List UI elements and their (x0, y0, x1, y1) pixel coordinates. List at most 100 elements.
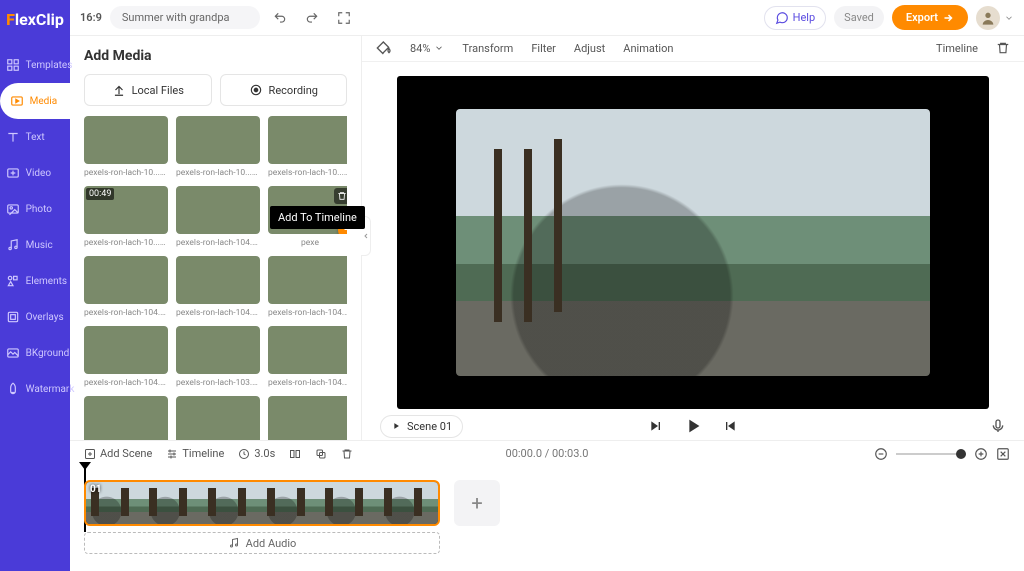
add-scene-label: Add Scene (100, 447, 152, 460)
zoom-slider-thumb[interactable] (956, 449, 966, 459)
chat-icon (775, 11, 789, 25)
sidebar-item-video[interactable]: Video (0, 155, 74, 191)
project-title-input[interactable] (110, 6, 260, 29)
sidebar-item-text[interactable]: Text (0, 119, 74, 155)
media-panel: Add Media Local Files Recording pexels-r… (70, 36, 362, 440)
sidebar-item-media[interactable]: Media (0, 83, 74, 119)
add-audio-label: Add Audio (246, 537, 297, 550)
media-thumb[interactable]: pexels-ron-lach-104...4.jpg (268, 326, 347, 388)
sidebar-item-label: Templates (26, 60, 73, 71)
delete-clip-button[interactable] (996, 41, 1010, 55)
media-thumb[interactable]: pexels-ron-lach-104...2.jpg (176, 186, 260, 248)
timeline-tool[interactable]: Timeline (936, 42, 978, 55)
media-thumb-label: pexels-ron-lach-104...0.jpg (84, 308, 168, 318)
account-menu[interactable] (976, 6, 1014, 30)
voiceover-button[interactable] (990, 418, 1006, 434)
sidebar-item-templates[interactable]: Templates (0, 47, 74, 83)
photo-icon (6, 202, 20, 216)
sidebar-item-watermark[interactable]: Watermark (0, 371, 74, 407)
clip-strip[interactable]: 01 (84, 480, 440, 526)
chevron-down-icon (434, 43, 444, 53)
export-button[interactable]: Export (892, 5, 968, 30)
fullscreen-icon[interactable] (332, 6, 356, 30)
sliders-icon (166, 448, 178, 460)
zoom-in-button[interactable] (974, 447, 988, 461)
media-thumb-image (268, 256, 347, 304)
media-thumb[interactable]: pexels-ron-lach-104...5.jpg (268, 256, 347, 318)
play-button[interactable] (682, 415, 704, 437)
sidebar-item-bkground[interactable]: BKground (0, 335, 74, 371)
clip-frame-image (145, 482, 204, 524)
sidebar-item-label: Media (30, 96, 58, 107)
media-thumb[interactable]: pexels-ron-lach-10...3.mov (84, 116, 168, 178)
aspect-ratio[interactable]: 16:9 (80, 11, 102, 24)
media-thumb-label: pexels-ron-lach-10...8.mov (176, 168, 260, 178)
media-thumb[interactable]: pexels-ron-lach-104...7.jpg (84, 326, 168, 388)
help-button[interactable]: Help (764, 6, 827, 30)
next-scene-button[interactable] (722, 418, 738, 434)
filter-tool[interactable]: Filter (531, 42, 556, 55)
transform-tool[interactable]: Transform (462, 42, 513, 55)
redo-icon[interactable] (300, 6, 324, 30)
recording-label: Recording (269, 84, 318, 97)
bkground-icon (6, 346, 20, 360)
clip-frame (321, 482, 380, 524)
save-status: Saved (834, 6, 884, 29)
media-thumb-label: pexels-ron-lach-104...4.jpg (268, 378, 347, 388)
clip-frame-image (262, 482, 321, 524)
copy-button[interactable] (315, 448, 327, 460)
plus-circle-icon (974, 447, 988, 461)
media-thumb[interactable]: pexels-ron-lach-104...9.jpg (176, 256, 260, 318)
media-thumb[interactable]: 00:49pexels-ron-lach-10...7.mov (84, 186, 168, 248)
add-scene-tile[interactable]: + (454, 480, 500, 526)
media-thumb-image (84, 116, 168, 164)
sidebar-item-label: Music (26, 240, 53, 251)
brand-letter-right: Clip (36, 10, 64, 29)
local-files-button[interactable]: Local Files (84, 74, 212, 106)
media-thumb-image (84, 396, 168, 440)
delete-media-button[interactable] (334, 188, 347, 204)
delete-scene-button[interactable] (341, 448, 353, 460)
media-thumb[interactable]: pexels-ron-lach-10...8.mov (176, 116, 260, 178)
media-thumb[interactable] (268, 396, 347, 440)
paint-bucket-icon[interactable] (376, 40, 392, 56)
undo-icon[interactable] (268, 6, 292, 30)
media-thumb-image (84, 256, 168, 304)
local-files-label: Local Files (132, 84, 184, 97)
media-thumb-image (268, 396, 347, 440)
zoom-fit-button[interactable] (996, 447, 1010, 461)
media-thumb[interactable]: pexels-ron-lach-10...4.mov (268, 116, 347, 178)
sidebar-item-elements[interactable]: Elements (0, 263, 74, 299)
zoom-out-button[interactable] (874, 447, 888, 461)
sidebar-item-label: Video (26, 168, 51, 179)
add-scene-button[interactable]: Add Scene (84, 447, 152, 460)
elements-icon (6, 274, 20, 288)
split-button[interactable] (289, 448, 301, 460)
sidebar-item-music[interactable]: Music (0, 227, 74, 263)
media-thumb-label: pexels-ron-lach-104...2.jpg (176, 238, 260, 248)
media-thumb[interactable]: pexels-ron-lach-104...0.jpg (84, 256, 168, 318)
clock-icon (238, 448, 250, 460)
sidebar-item-photo[interactable]: Photo (0, 191, 74, 227)
sidebar-item-overlays[interactable]: Overlays (0, 299, 74, 335)
preview-canvas[interactable] (397, 76, 989, 409)
prev-scene-button[interactable] (648, 418, 664, 434)
adjust-tool[interactable]: Adjust (574, 42, 605, 55)
scene-selector[interactable]: Scene 01 (380, 415, 463, 438)
canvas-zoom[interactable]: 84% (410, 42, 444, 55)
media-thumb[interactable]: pexels-ron-lach-103...7.jpg (176, 326, 260, 388)
media-thumb[interactable] (176, 396, 260, 440)
clip-frame-image (379, 482, 438, 524)
media-thumb[interactable] (84, 396, 168, 440)
clip-frame (203, 482, 262, 524)
duration-button[interactable]: 3.0s (238, 447, 275, 460)
help-label: Help (793, 11, 816, 24)
zoom-slider[interactable] (896, 453, 966, 455)
recording-button[interactable]: Recording (220, 74, 348, 106)
chevron-left-icon (362, 232, 370, 240)
media-thumb-image (268, 326, 347, 374)
media-thumb-label: pexels-ron-lach-10...3.mov (84, 168, 168, 178)
animation-tool[interactable]: Animation (623, 42, 673, 55)
add-audio-button[interactable]: Add Audio (84, 532, 440, 554)
timeline-mode-button[interactable]: Timeline (166, 447, 224, 460)
